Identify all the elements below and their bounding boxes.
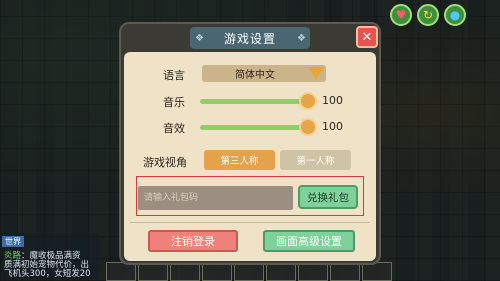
- view-label: 游戏视角: [143, 156, 187, 169]
- language-value: 简体中文: [235, 70, 275, 81]
- language-label: 语言: [163, 69, 185, 82]
- chat-message-line: 飞机头300，女短发20: [4, 269, 91, 279]
- third-person-button[interactable]: 第三人称: [204, 150, 275, 170]
- redeem-gift-button[interactable]: 兑换礼包: [298, 185, 358, 209]
- heart-icon[interactable]: ♥: [390, 4, 412, 26]
- gift-code-input[interactable]: [138, 186, 293, 210]
- first-person-button[interactable]: 第一人称: [280, 150, 351, 170]
- drop-icon[interactable]: ●: [444, 4, 466, 26]
- music-slider[interactable]: [200, 99, 310, 104]
- logout-button[interactable]: 注销登录: [148, 230, 238, 252]
- music-label: 音乐: [163, 96, 185, 109]
- language-select[interactable]: 简体中文: [202, 65, 326, 82]
- ornament-icon: ❖: [297, 33, 306, 44]
- divider: [130, 222, 370, 223]
- sfx-label: 音效: [163, 122, 185, 135]
- music-slider-handle[interactable]: [299, 92, 317, 110]
- chat-channel-tag[interactable]: 世界: [2, 236, 24, 247]
- sfx-value: 100: [322, 120, 343, 133]
- dialog-title: 游戏设置: [190, 27, 310, 49]
- advanced-graphics-button[interactable]: 画面高级设置: [263, 230, 355, 252]
- ornament-icon: ❖: [195, 33, 204, 44]
- sfx-slider[interactable]: [200, 125, 310, 130]
- music-value: 100: [322, 94, 343, 107]
- sfx-slider-handle[interactable]: [299, 118, 317, 136]
- close-button[interactable]: ✕: [356, 26, 378, 48]
- refresh-icon[interactable]: ↻: [417, 4, 439, 26]
